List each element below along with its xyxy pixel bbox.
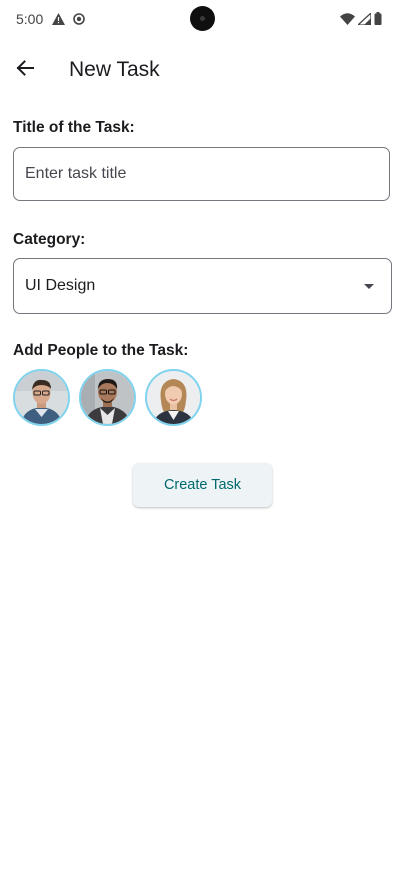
avatar-person-2[interactable] xyxy=(79,369,136,426)
task-title-input[interactable] xyxy=(14,148,365,200)
category-label: Category: xyxy=(13,231,86,248)
category-dropdown[interactable]: UI Design xyxy=(13,258,392,314)
task-title-field xyxy=(13,147,390,201)
avatar-person-3[interactable] xyxy=(145,369,202,426)
page-title: New Task xyxy=(69,58,160,81)
battery-icon xyxy=(374,12,382,30)
status-left-icons xyxy=(52,12,85,30)
signal-icon xyxy=(356,11,372,30)
front-camera xyxy=(190,6,215,31)
avatar-person-1[interactable] xyxy=(13,369,70,426)
status-time: 5:00 xyxy=(16,11,44,27)
wifi-icon xyxy=(340,12,355,30)
arrow-left-icon xyxy=(15,58,35,83)
status-bar: 5:00 xyxy=(0,0,406,38)
alert-triangle-icon xyxy=(52,12,65,30)
sync-circle-icon xyxy=(73,12,85,30)
add-people-label: Add People to the Task: xyxy=(13,342,189,359)
people-avatar-list xyxy=(13,369,202,426)
task-title-label: Title of the Task: xyxy=(13,119,135,136)
back-button[interactable] xyxy=(10,55,40,85)
app-bar: New Task xyxy=(0,50,406,92)
status-right-icons xyxy=(340,11,382,30)
dropdown-arrow-icon xyxy=(364,284,374,289)
create-task-button[interactable]: Create Task xyxy=(133,463,272,507)
category-selected-value: UI Design xyxy=(25,277,96,294)
